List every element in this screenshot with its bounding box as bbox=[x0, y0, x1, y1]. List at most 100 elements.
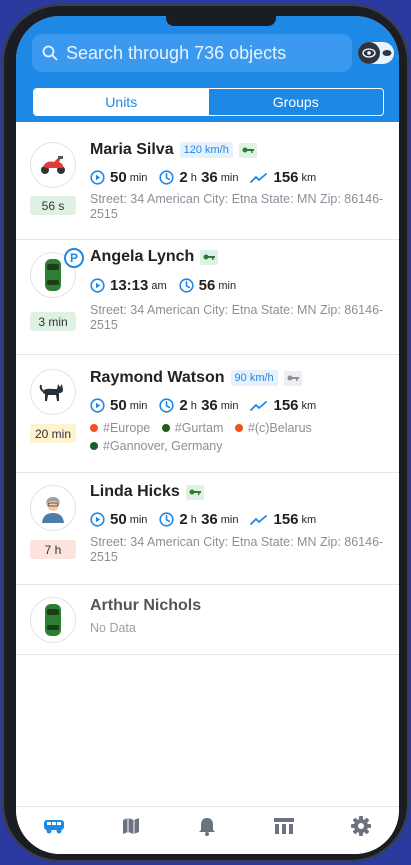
list-item[interactable]: Arthur Nichols No Data bbox=[16, 585, 399, 655]
settings-tab-icon[interactable] bbox=[348, 815, 374, 837]
units-tab-icon[interactable] bbox=[41, 815, 67, 837]
play-circle-icon bbox=[90, 170, 105, 185]
unit-address: Street: 34 American City: Etna State: MN… bbox=[90, 535, 384, 564]
visibility-toggle[interactable] bbox=[358, 42, 394, 64]
unit-avatar bbox=[30, 369, 76, 415]
speed-badge: 90 km/h bbox=[230, 370, 278, 386]
speed-badge: 120 km/h bbox=[179, 142, 233, 158]
list-item[interactable]: 56 s Maria Silva 120 km/h 50 min 2h 36 min bbox=[16, 128, 399, 240]
map-tab-icon[interactable] bbox=[118, 815, 144, 837]
list-item[interactable]: 7 h Linda Hicks 50 min 2h 36 min 156 km … bbox=[16, 473, 399, 585]
unit-name: Maria Silva bbox=[90, 141, 174, 158]
stat-unit: min bbox=[129, 399, 148, 412]
unit-stats: 13:13 am 56 min bbox=[90, 277, 248, 294]
stat-unit: km bbox=[301, 513, 317, 526]
play-circle-icon bbox=[90, 512, 105, 527]
unit-tags: #Europe #Gurtam #(c)Belarus #Gannover, G… bbox=[90, 419, 390, 455]
stat-unit: min bbox=[220, 171, 239, 184]
parking-icon: P bbox=[64, 248, 84, 268]
camera-notch bbox=[166, 16, 276, 26]
trip-duration: 50 min bbox=[90, 511, 147, 528]
tag-chip[interactable]: #Gurtam bbox=[161, 419, 224, 437]
tag-chip[interactable]: #Europe bbox=[90, 419, 150, 437]
clock-icon bbox=[159, 398, 175, 413]
list-item[interactable]: 20 min Raymond Watson 90 km/h 50 min 2h 3… bbox=[16, 355, 399, 473]
car-icon bbox=[45, 604, 61, 636]
trip-duration: 50 min bbox=[90, 397, 147, 414]
tag-dot bbox=[234, 424, 243, 432]
list-item[interactable]: P 3 min Angela Lynch 13:13 am 56 min Stree… bbox=[16, 240, 399, 355]
reports-tab-icon[interactable] bbox=[271, 815, 297, 837]
unit-status: No Data bbox=[90, 621, 136, 635]
clock-icon bbox=[179, 278, 194, 293]
app-screen: Search through 736 objects Units Groups bbox=[16, 16, 399, 854]
stat-value: 13:13 bbox=[110, 277, 149, 294]
stat-value: 156 bbox=[273, 169, 299, 186]
bottom-tab-bar bbox=[16, 806, 399, 854]
stat-value: 2 bbox=[179, 397, 188, 414]
unit-stats: 50 min 2h 36 min 156 km bbox=[90, 511, 328, 528]
phone-frame: Search through 736 objects Units Groups bbox=[2, 4, 409, 862]
notifications-tab-icon[interactable] bbox=[194, 815, 220, 837]
parking-since: 13:13 am bbox=[90, 277, 167, 294]
unit-stats: 50 min 2h 36 min 156 km bbox=[90, 397, 328, 414]
ignition-key-icon bbox=[200, 249, 219, 265]
stat-unit: h bbox=[190, 399, 197, 412]
ignition-key-icon bbox=[185, 484, 204, 500]
stat-unit: km bbox=[301, 171, 317, 184]
stat-unit: min bbox=[129, 513, 148, 526]
stat-value: 156 bbox=[273, 397, 299, 414]
unit-name: Arthur Nichols bbox=[90, 597, 202, 614]
search-placeholder: Search through 736 objects bbox=[66, 42, 287, 63]
stat-value: 36 bbox=[201, 397, 218, 414]
unit-address: Street: 34 American City: Etna State: MN… bbox=[90, 303, 384, 332]
toggle-knob bbox=[358, 42, 380, 64]
tag-dot bbox=[90, 424, 98, 432]
person-icon bbox=[42, 497, 64, 523]
stat-unit: am bbox=[151, 279, 167, 292]
tag-chip[interactable]: #Gannover, Germany bbox=[90, 437, 223, 455]
stat-value: 56 bbox=[198, 277, 216, 294]
unit-avatar bbox=[30, 597, 76, 643]
time-badge: 20 min bbox=[30, 424, 76, 443]
tag-chip[interactable]: #(c)Belarus bbox=[234, 419, 312, 437]
stat-value: 36 bbox=[201, 511, 218, 528]
trend-icon bbox=[250, 400, 268, 411]
stat-unit: min bbox=[129, 171, 148, 184]
stat-value: 50 bbox=[110, 511, 127, 528]
stat-unit: min bbox=[218, 279, 237, 292]
stat-unit: h bbox=[190, 171, 197, 184]
tag-label: #Europe bbox=[103, 421, 151, 435]
stat-value: 156 bbox=[273, 511, 299, 528]
tag-label: #Gannover, Germany bbox=[103, 439, 223, 453]
unit-name: Raymond Watson bbox=[90, 369, 225, 386]
tab-units[interactable]: Units bbox=[34, 89, 209, 115]
trend-icon bbox=[250, 514, 268, 525]
trend-icon bbox=[250, 172, 268, 183]
stat-value: 2 bbox=[179, 511, 188, 528]
visibility-icon bbox=[362, 48, 376, 58]
tab-groups[interactable]: Groups bbox=[208, 89, 383, 115]
engine-hours: 2h 36 min bbox=[159, 397, 238, 414]
engine-hours: 2h 36 min bbox=[159, 511, 238, 528]
time-badge: 3 min bbox=[30, 312, 76, 331]
stat-unit: min bbox=[220, 399, 239, 412]
cat-icon bbox=[39, 384, 63, 401]
mileage: 156 km bbox=[250, 397, 316, 414]
play-circle-icon bbox=[90, 398, 105, 413]
unit-stats: 50 min 2h 36 min 156 km bbox=[90, 169, 328, 186]
stat-unit: km bbox=[301, 399, 317, 412]
stat-value: 36 bbox=[201, 169, 218, 186]
unit-name-row: Raymond Watson 90 km/h bbox=[90, 369, 302, 387]
tag-label: #Gurtam bbox=[174, 421, 224, 435]
parking-duration: 56 min bbox=[179, 277, 236, 294]
segmented-control: Units Groups bbox=[33, 88, 384, 116]
units-list: 56 s Maria Silva 120 km/h 50 min 2h 36 min bbox=[16, 128, 399, 655]
mileage: 156 km bbox=[250, 169, 316, 186]
unit-name: Angela Lynch bbox=[90, 248, 195, 265]
trip-duration: 50 min bbox=[90, 169, 147, 186]
app-header: Search through 736 objects Units Groups bbox=[16, 16, 399, 122]
search-bar[interactable]: Search through 736 objects bbox=[32, 34, 352, 72]
unit-name-row: Arthur Nichols bbox=[90, 597, 201, 615]
stat-value: 50 bbox=[110, 169, 127, 186]
